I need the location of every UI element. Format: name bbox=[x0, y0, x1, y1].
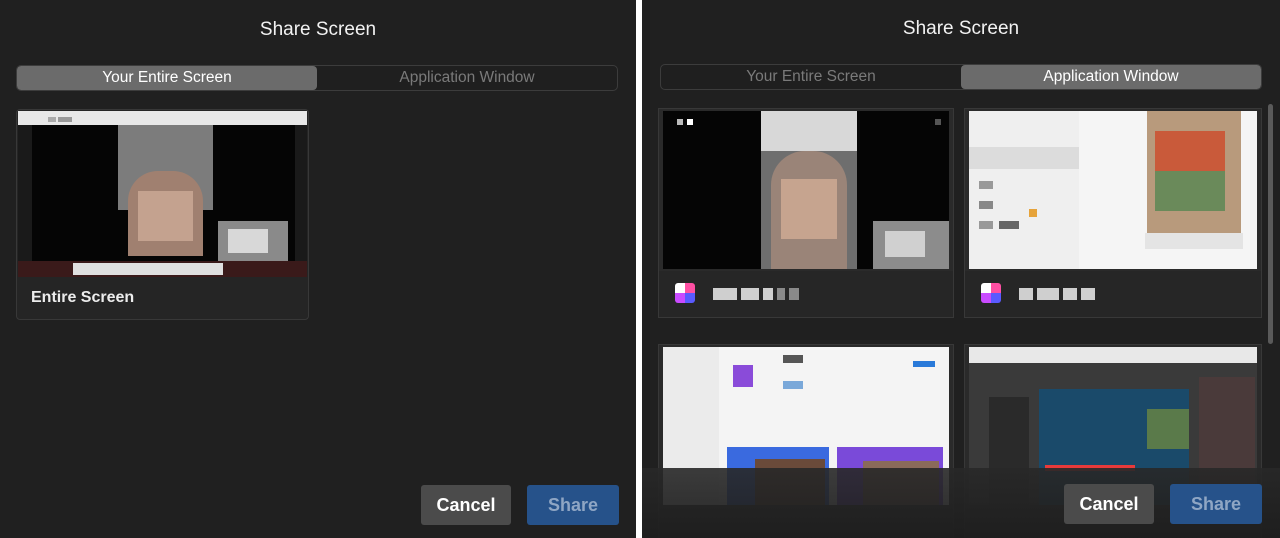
window-thumbnail bbox=[969, 111, 1257, 269]
cancel-button[interactable]: Cancel bbox=[421, 485, 511, 525]
app-icon bbox=[675, 283, 695, 303]
screen-thumbnail bbox=[18, 111, 307, 277]
window-footer bbox=[659, 271, 953, 317]
window-title-redacted bbox=[1019, 288, 1095, 300]
dialog-title: Share Screen bbox=[259, 19, 377, 40]
share-screen-dialog-entire-screen: Share Screen Your Entire Screen Applicat… bbox=[0, 0, 636, 538]
scrollbar[interactable] bbox=[1268, 104, 1273, 344]
dialog-title: Share Screen bbox=[902, 18, 1020, 39]
window-thumbnail bbox=[663, 111, 949, 269]
share-screen-dialog-application-window: Share Screen Your Entire Screen Applicat… bbox=[642, 0, 1280, 538]
window-option[interactable] bbox=[964, 108, 1262, 318]
source-tab-control: Your Entire Screen Application Window bbox=[660, 64, 1262, 90]
window-footer bbox=[965, 271, 1261, 317]
source-tab-control: Your Entire Screen Application Window bbox=[16, 65, 618, 91]
window-option[interactable] bbox=[658, 108, 954, 318]
entire-screen-option[interactable]: Entire Screen bbox=[16, 109, 309, 320]
share-button[interactable]: Share bbox=[527, 485, 619, 525]
tab-your-entire-screen[interactable]: Your Entire Screen bbox=[17, 66, 317, 90]
app-icon bbox=[981, 283, 1001, 303]
tab-your-entire-screen[interactable]: Your Entire Screen bbox=[661, 65, 961, 89]
share-button[interactable]: Share bbox=[1170, 484, 1262, 524]
screen-label: Entire Screen bbox=[31, 289, 135, 306]
window-title-redacted bbox=[713, 288, 799, 300]
tab-application-window[interactable]: Application Window bbox=[317, 66, 617, 90]
tab-application-window[interactable]: Application Window bbox=[961, 65, 1261, 89]
cancel-button[interactable]: Cancel bbox=[1064, 484, 1154, 524]
